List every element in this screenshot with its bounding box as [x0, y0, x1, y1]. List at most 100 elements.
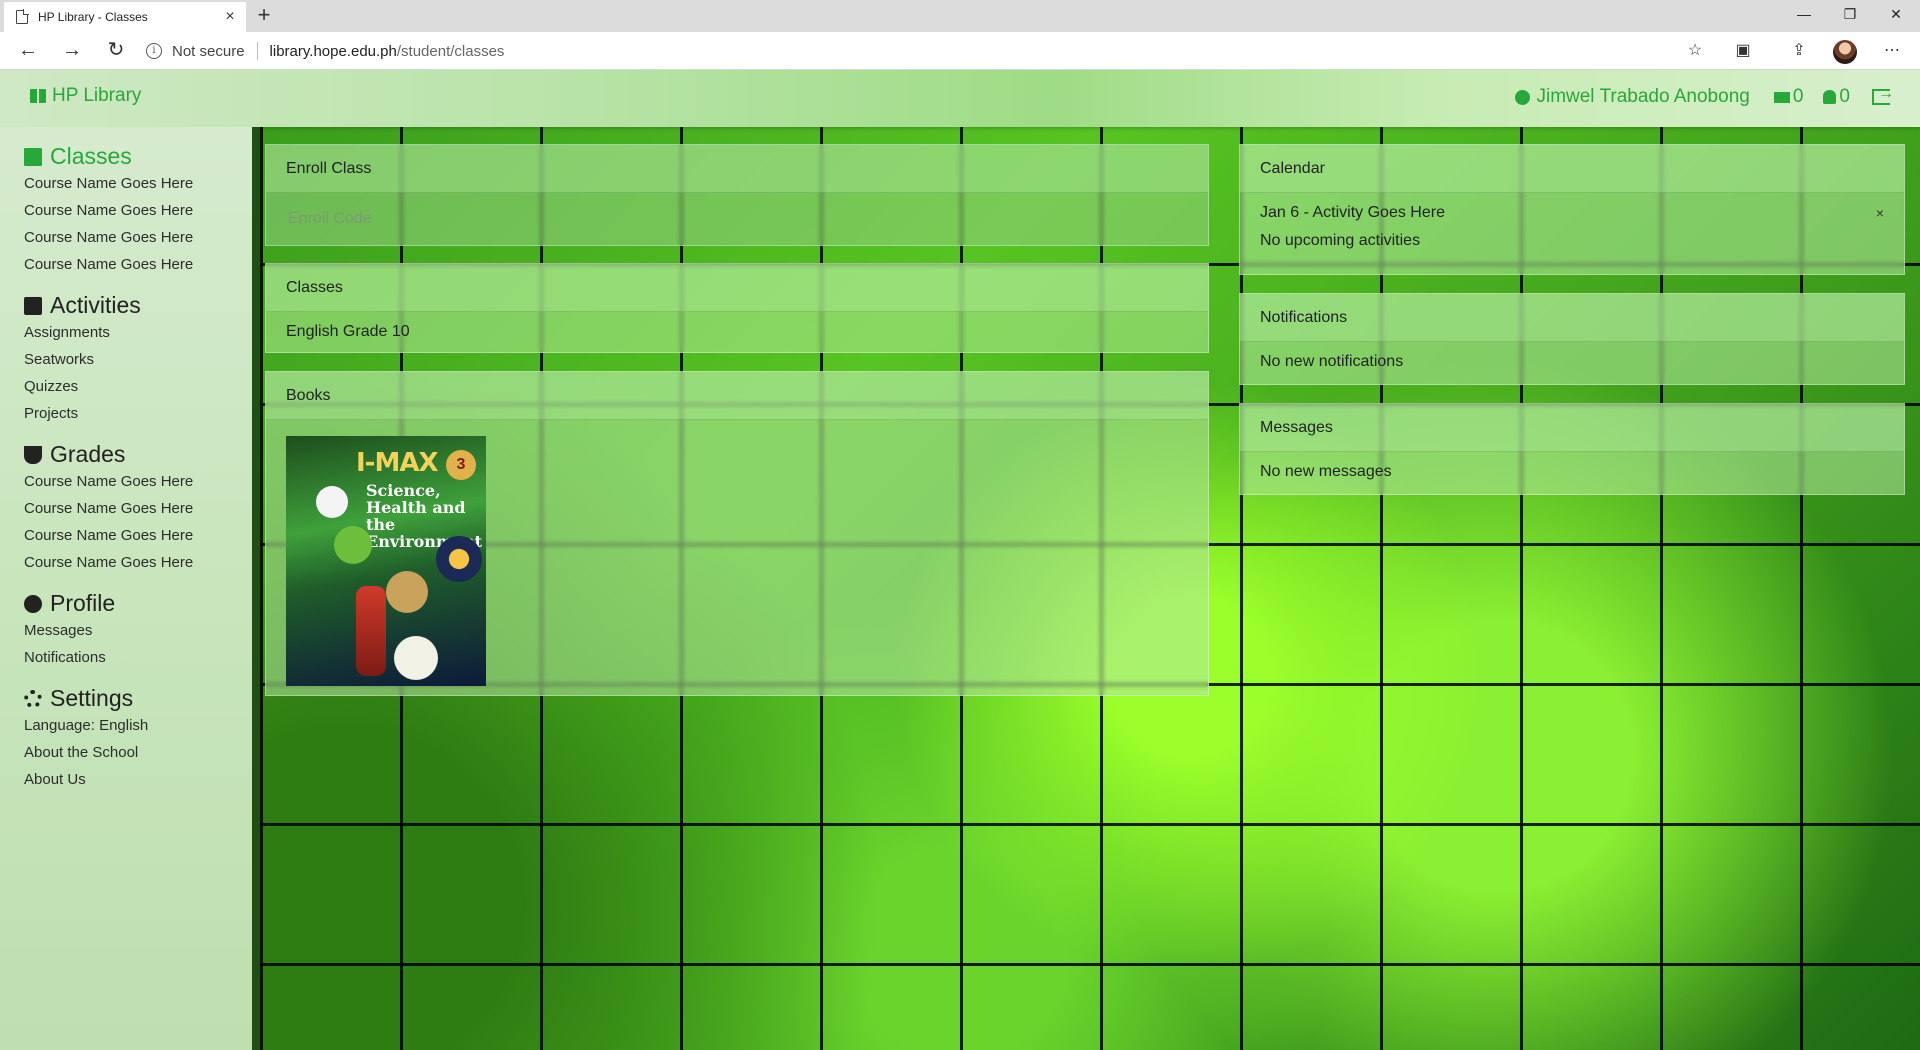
- trophy-icon: [24, 445, 42, 464]
- brand-link[interactable]: HP Library: [30, 85, 141, 107]
- microscope-image: [386, 571, 428, 613]
- sidebar-section-grades: Grades Course Name Goes Here Course Name…: [0, 441, 252, 576]
- browser-profile-avatar[interactable]: [1833, 40, 1857, 64]
- book-cover-brand: I-MAX: [356, 448, 439, 478]
- sidebar-item-assignments[interactable]: Assignments: [24, 319, 252, 346]
- sidebar-section-classes: Classes Course Name Goes Here Course Nam…: [0, 143, 252, 278]
- book-icon: [30, 89, 46, 103]
- sidebar-heading-activities[interactable]: Activities: [24, 292, 252, 319]
- address-bar[interactable]: i Not secure library.hope.edu.ph /studen…: [146, 36, 1706, 66]
- dismiss-icon[interactable]: ×: [1876, 199, 1884, 227]
- messages-count[interactable]: 0: [1793, 86, 1804, 108]
- user-nav: Jimwel Trabado Anobong 0 0: [1515, 85, 1894, 108]
- window-close-icon[interactable]: ✕: [1873, 0, 1919, 30]
- sidebar-item-course[interactable]: Course Name Goes Here: [24, 197, 252, 224]
- sidebar-item-projects[interactable]: Projects: [24, 400, 252, 427]
- notifications-empty-text: No new notifications: [1260, 353, 1404, 370]
- favorite-star-icon[interactable]: ☆: [1683, 40, 1707, 62]
- sidebar-heading-settings[interactable]: Settings: [24, 685, 252, 712]
- page-icon: [16, 9, 29, 24]
- sidebar-item-grade-course[interactable]: Course Name Goes Here: [24, 495, 252, 522]
- back-icon[interactable]: ←: [14, 38, 42, 64]
- calendar-event-text: Jan 6 - Activity Goes Here: [1260, 204, 1445, 221]
- book-cover[interactable]: I-MAX 3 Science, Health and the Environm…: [286, 436, 486, 686]
- sidebar-item-language[interactable]: Language: English: [24, 712, 252, 739]
- sidebar-item-seatworks[interactable]: Seatworks: [24, 346, 252, 373]
- user-circle-icon: [24, 594, 42, 613]
- sidebar-item-about-us[interactable]: About Us: [24, 766, 252, 793]
- info-icon[interactable]: i: [146, 43, 162, 59]
- browser-tabbar: HP Library - Classes × + — ❐ ✕: [0, 0, 1920, 32]
- solar-system-image: [436, 536, 482, 582]
- restore-icon[interactable]: ❐: [1827, 0, 1873, 30]
- sidebar-border: [252, 127, 260, 1050]
- card-header: Calendar: [1240, 145, 1904, 193]
- enroll-code-input[interactable]: [266, 193, 1208, 245]
- security-label: Not secure: [172, 42, 245, 60]
- page-viewport: HP Library Jimwel Trabado Anobong 0 0 Cl…: [0, 70, 1920, 1050]
- tab-title: HP Library - Classes: [38, 10, 148, 24]
- user-icon: [1515, 89, 1531, 105]
- sidebar-section-profile: Profile Messages Notifications: [0, 590, 252, 671]
- new-tab-button[interactable]: +: [252, 4, 276, 28]
- bell-icon[interactable]: [1823, 90, 1837, 104]
- sidebar-section-settings: Settings Language: English About the Sch…: [0, 685, 252, 793]
- url-path: /student/classes: [396, 42, 505, 60]
- user-name-link[interactable]: Jimwel Trabado Anobong: [1536, 86, 1749, 108]
- classes-card: Classes English Grade 10: [265, 263, 1209, 353]
- sidebar-item-grade-course[interactable]: Course Name Goes Here: [24, 549, 252, 576]
- top-navbar: HP Library Jimwel Trabado Anobong 0 0: [0, 70, 1920, 127]
- books-card: Books I-MAX 3 Science, Health and the En…: [265, 371, 1209, 696]
- sidebar-item-quizzes[interactable]: Quizzes: [24, 373, 252, 400]
- sidebar-item-grade-course[interactable]: Course Name Goes Here: [24, 468, 252, 495]
- refresh-icon[interactable]: ↻: [102, 38, 130, 64]
- sidebar-item-course[interactable]: Course Name Goes Here: [24, 224, 252, 251]
- list-icon: [24, 296, 42, 315]
- card-header: Messages: [1240, 404, 1904, 452]
- sidebar-item-about-school[interactable]: About the School: [24, 739, 252, 766]
- minimize-icon[interactable]: —: [1781, 0, 1827, 30]
- sidebar-heading-profile[interactable]: Profile: [24, 590, 252, 617]
- card-header: Books: [266, 372, 1208, 420]
- sidebar-heading-label: Grades: [50, 441, 126, 467]
- sidebar-heading-label: Profile: [50, 590, 116, 616]
- calendar-event[interactable]: Jan 6 - Activity Goes Here ×: [1260, 199, 1884, 227]
- tab-close-icon[interactable]: ×: [222, 8, 238, 26]
- notifications-card: Notifications No new notifications: [1239, 293, 1905, 385]
- sidebar-item-course[interactable]: Course Name Goes Here: [24, 170, 252, 197]
- notifications-count[interactable]: 0: [1839, 86, 1850, 108]
- share-icon[interactable]: ⇪: [1787, 40, 1811, 62]
- calendar-card: Calendar Jan 6 - Activity Goes Here × No…: [1239, 144, 1905, 275]
- browser-toolbar: ← → ↻ i Not secure library.hope.edu.ph /…: [0, 32, 1920, 70]
- sidebar-item-notifications[interactable]: Notifications: [24, 644, 252, 671]
- card-header: Enroll Class: [266, 145, 1208, 193]
- card-header: Notifications: [1240, 294, 1904, 342]
- sidebar-heading-grades[interactable]: Grades: [24, 441, 252, 468]
- envelope-icon[interactable]: [1773, 91, 1790, 103]
- browser-tab[interactable]: HP Library - Classes ×: [4, 2, 246, 32]
- book-cover-level-badge: 3: [446, 450, 476, 480]
- sidebar-item-grade-course[interactable]: Course Name Goes Here: [24, 522, 252, 549]
- sidebar-heading-label: Classes: [50, 143, 132, 169]
- sidebar: Classes Course Name Goes Here Course Nam…: [0, 127, 252, 1050]
- logout-icon[interactable]: [1872, 85, 1894, 105]
- sidebar-item-course[interactable]: Course Name Goes Here: [24, 251, 252, 278]
- url-divider: [256, 42, 258, 60]
- book-icon: [24, 147, 42, 166]
- anatomy-image: [356, 586, 386, 676]
- sidebar-section-activities: Activities Assignments Seatworks Quizzes…: [0, 292, 252, 427]
- forward-icon[interactable]: →: [58, 38, 86, 64]
- sidebar-heading-classes[interactable]: Classes: [24, 143, 252, 170]
- cell-image: [334, 526, 372, 564]
- sidebar-heading-label: Activities: [50, 292, 141, 318]
- reading-view-icon[interactable]: ▣: [1731, 40, 1755, 62]
- messages-card: Messages No new messages: [1239, 403, 1905, 495]
- calendar-empty-text: No upcoming activities: [1260, 232, 1421, 249]
- sidebar-item-messages[interactable]: Messages: [24, 617, 252, 644]
- class-list-item[interactable]: English Grade 10: [266, 312, 1208, 352]
- brand-name: HP Library: [52, 85, 142, 106]
- url-host: library.hope.edu.ph: [269, 42, 397, 60]
- sidebar-heading-label: Settings: [50, 685, 134, 711]
- butterfly-image: [394, 636, 438, 680]
- more-options-icon[interactable]: ⋯: [1880, 40, 1904, 62]
